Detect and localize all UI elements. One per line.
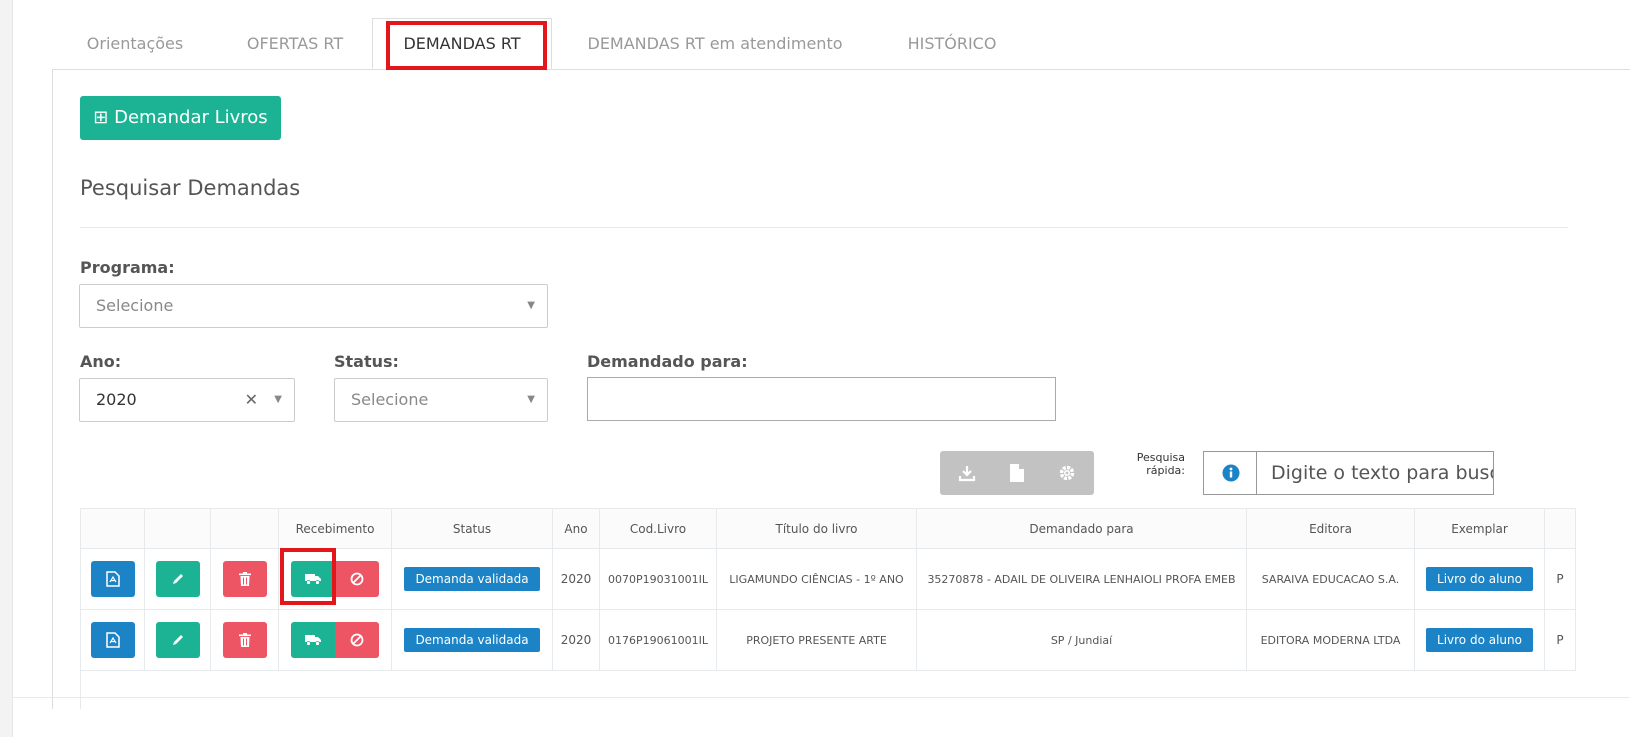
- header-cell: [80, 508, 145, 549]
- exemplar-cell: Livro do aluno: [1414, 548, 1545, 610]
- quick-search-label-line1: Pesquisa: [1136, 451, 1185, 464]
- recebimento-cell: [278, 609, 392, 671]
- demandado-para-cell: SP / Jundiaí: [916, 609, 1247, 671]
- action-cell: [144, 548, 211, 610]
- chevron-down-icon: ▼: [527, 300, 535, 311]
- edit-button[interactable]: [155, 561, 200, 597]
- header-cell: [210, 508, 279, 549]
- editora-cell: EDITORA MODERNA LTDA: [1246, 609, 1415, 671]
- ban-icon[interactable]: [335, 622, 379, 658]
- demandar-livros-button[interactable]: ⊞ Demandar Livros: [80, 96, 281, 140]
- exemplar-cell: Livro do aluno: [1414, 609, 1545, 671]
- highlight-box-truck: [280, 548, 336, 605]
- edit-button[interactable]: [155, 622, 200, 658]
- delete-button[interactable]: [222, 622, 267, 658]
- header-editora[interactable]: Editora: [1246, 508, 1415, 549]
- ano-value: 2020: [96, 390, 137, 409]
- programa-label: Programa:: [80, 258, 175, 277]
- action-cell: [80, 609, 145, 671]
- pdf-button[interactable]: [90, 561, 135, 597]
- exemplar-badge[interactable]: Livro do aluno: [1426, 567, 1533, 591]
- demandado-para-cell: 35270878 - ADAIL DE OLIVEIRA LENHAIOLI P…: [916, 548, 1247, 610]
- recebimento-actions: [291, 622, 379, 658]
- header-recebimento[interactable]: Recebimento: [278, 508, 392, 549]
- header-status[interactable]: Status: [391, 508, 553, 549]
- panel-left-border: [52, 69, 53, 709]
- header-cell: [144, 508, 211, 549]
- action-cell: [210, 548, 279, 610]
- titulo-cell: LIGAMUNDO CIÊNCIAS - 1º ANO: [716, 548, 917, 610]
- bottom-divider: [12, 697, 1630, 698]
- gear-icon[interactable]: [1042, 451, 1092, 495]
- highlight-box-tab: [386, 21, 547, 70]
- cod-livro-cell: 0176P19061001IL: [599, 609, 717, 671]
- extra-cell: P: [1544, 609, 1576, 671]
- status-badge[interactable]: Demanda validada: [404, 567, 540, 591]
- demandar-livros-label: Demandar Livros: [114, 107, 268, 128]
- header-cell: [1544, 508, 1576, 549]
- clear-icon[interactable]: ✕: [245, 379, 258, 421]
- table-row: Demanda validada 2020 0176P19061001IL PR…: [80, 609, 1576, 671]
- editora-cell: SARAIVA EDUCACAO S.A.: [1246, 548, 1415, 610]
- status-placeholder: Selecione: [351, 390, 429, 409]
- tab-ofertas-rt[interactable]: OFERTAS RT: [218, 18, 372, 69]
- table-empty-area: [80, 669, 1630, 709]
- action-cell: [210, 609, 279, 671]
- tab-demandas-rt-em-atendimento[interactable]: DEMANDAS RT em atendimento: [552, 18, 878, 69]
- download-icon[interactable]: [942, 451, 992, 495]
- header-demandado-para[interactable]: Demandado para: [916, 508, 1247, 549]
- divider: [80, 227, 1568, 228]
- quick-search-label: Pesquisa rápida:: [1115, 451, 1185, 477]
- programa-placeholder: Selecione: [96, 296, 174, 315]
- delete-button[interactable]: [222, 561, 267, 597]
- demandado-para-label: Demandado para:: [587, 352, 748, 371]
- header-titulo[interactable]: Título do livro: [716, 508, 917, 549]
- info-icon[interactable]: [1203, 451, 1257, 495]
- ano-cell: 2020: [552, 609, 600, 671]
- tab-historico[interactable]: HISTÓRICO: [878, 18, 1026, 69]
- cod-livro-cell: 0070P19031001IL: [599, 548, 717, 610]
- extra-cell: P: [1544, 548, 1576, 610]
- left-sidebar-strip: [0, 0, 13, 737]
- tab-bar: Orientações OFERTAS RT DEMANDAS RT DEMAN…: [52, 18, 1630, 70]
- quick-search-input[interactable]: Digite o texto para busc: [1256, 451, 1494, 495]
- ano-label: Ano:: [80, 352, 122, 371]
- action-cell: [144, 609, 211, 671]
- status-cell: Demanda validada: [391, 609, 553, 671]
- chevron-down-icon: ▼: [527, 394, 535, 405]
- programa-select[interactable]: Selecione ▼: [79, 284, 548, 328]
- action-cell: [80, 548, 145, 610]
- plus-square-icon: ⊞: [93, 107, 109, 128]
- exemplar-badge[interactable]: Livro do aluno: [1426, 628, 1533, 652]
- demandado-para-input[interactable]: [587, 377, 1056, 421]
- status-select[interactable]: Selecione ▼: [334, 378, 548, 422]
- header-ano[interactable]: Ano: [552, 508, 600, 549]
- file-icon[interactable]: [992, 451, 1042, 495]
- tab-orientacoes[interactable]: Orientações: [52, 18, 218, 69]
- header-exemplar[interactable]: Exemplar: [1414, 508, 1545, 549]
- header-cod-livro[interactable]: Cod.Livro: [599, 508, 717, 549]
- status-label: Status:: [334, 352, 399, 371]
- section-title: Pesquisar Demandas: [80, 176, 301, 200]
- ano-select[interactable]: 2020 ✕ ▼: [79, 378, 295, 422]
- quick-search-label-line2: rápida:: [1146, 464, 1185, 477]
- table-toolbar: [940, 451, 1094, 495]
- ano-cell: 2020: [552, 548, 600, 610]
- pdf-button[interactable]: [90, 622, 135, 658]
- truck-icon[interactable]: [291, 622, 335, 658]
- titulo-cell: PROJETO PRESENTE ARTE: [716, 609, 917, 671]
- status-badge[interactable]: Demanda validada: [404, 628, 540, 652]
- chevron-down-icon: ▼: [274, 394, 282, 405]
- status-cell: Demanda validada: [391, 548, 553, 610]
- table-header-row: Recebimento Status Ano Cod.Livro Título …: [80, 508, 1576, 549]
- ban-icon[interactable]: [335, 561, 379, 597]
